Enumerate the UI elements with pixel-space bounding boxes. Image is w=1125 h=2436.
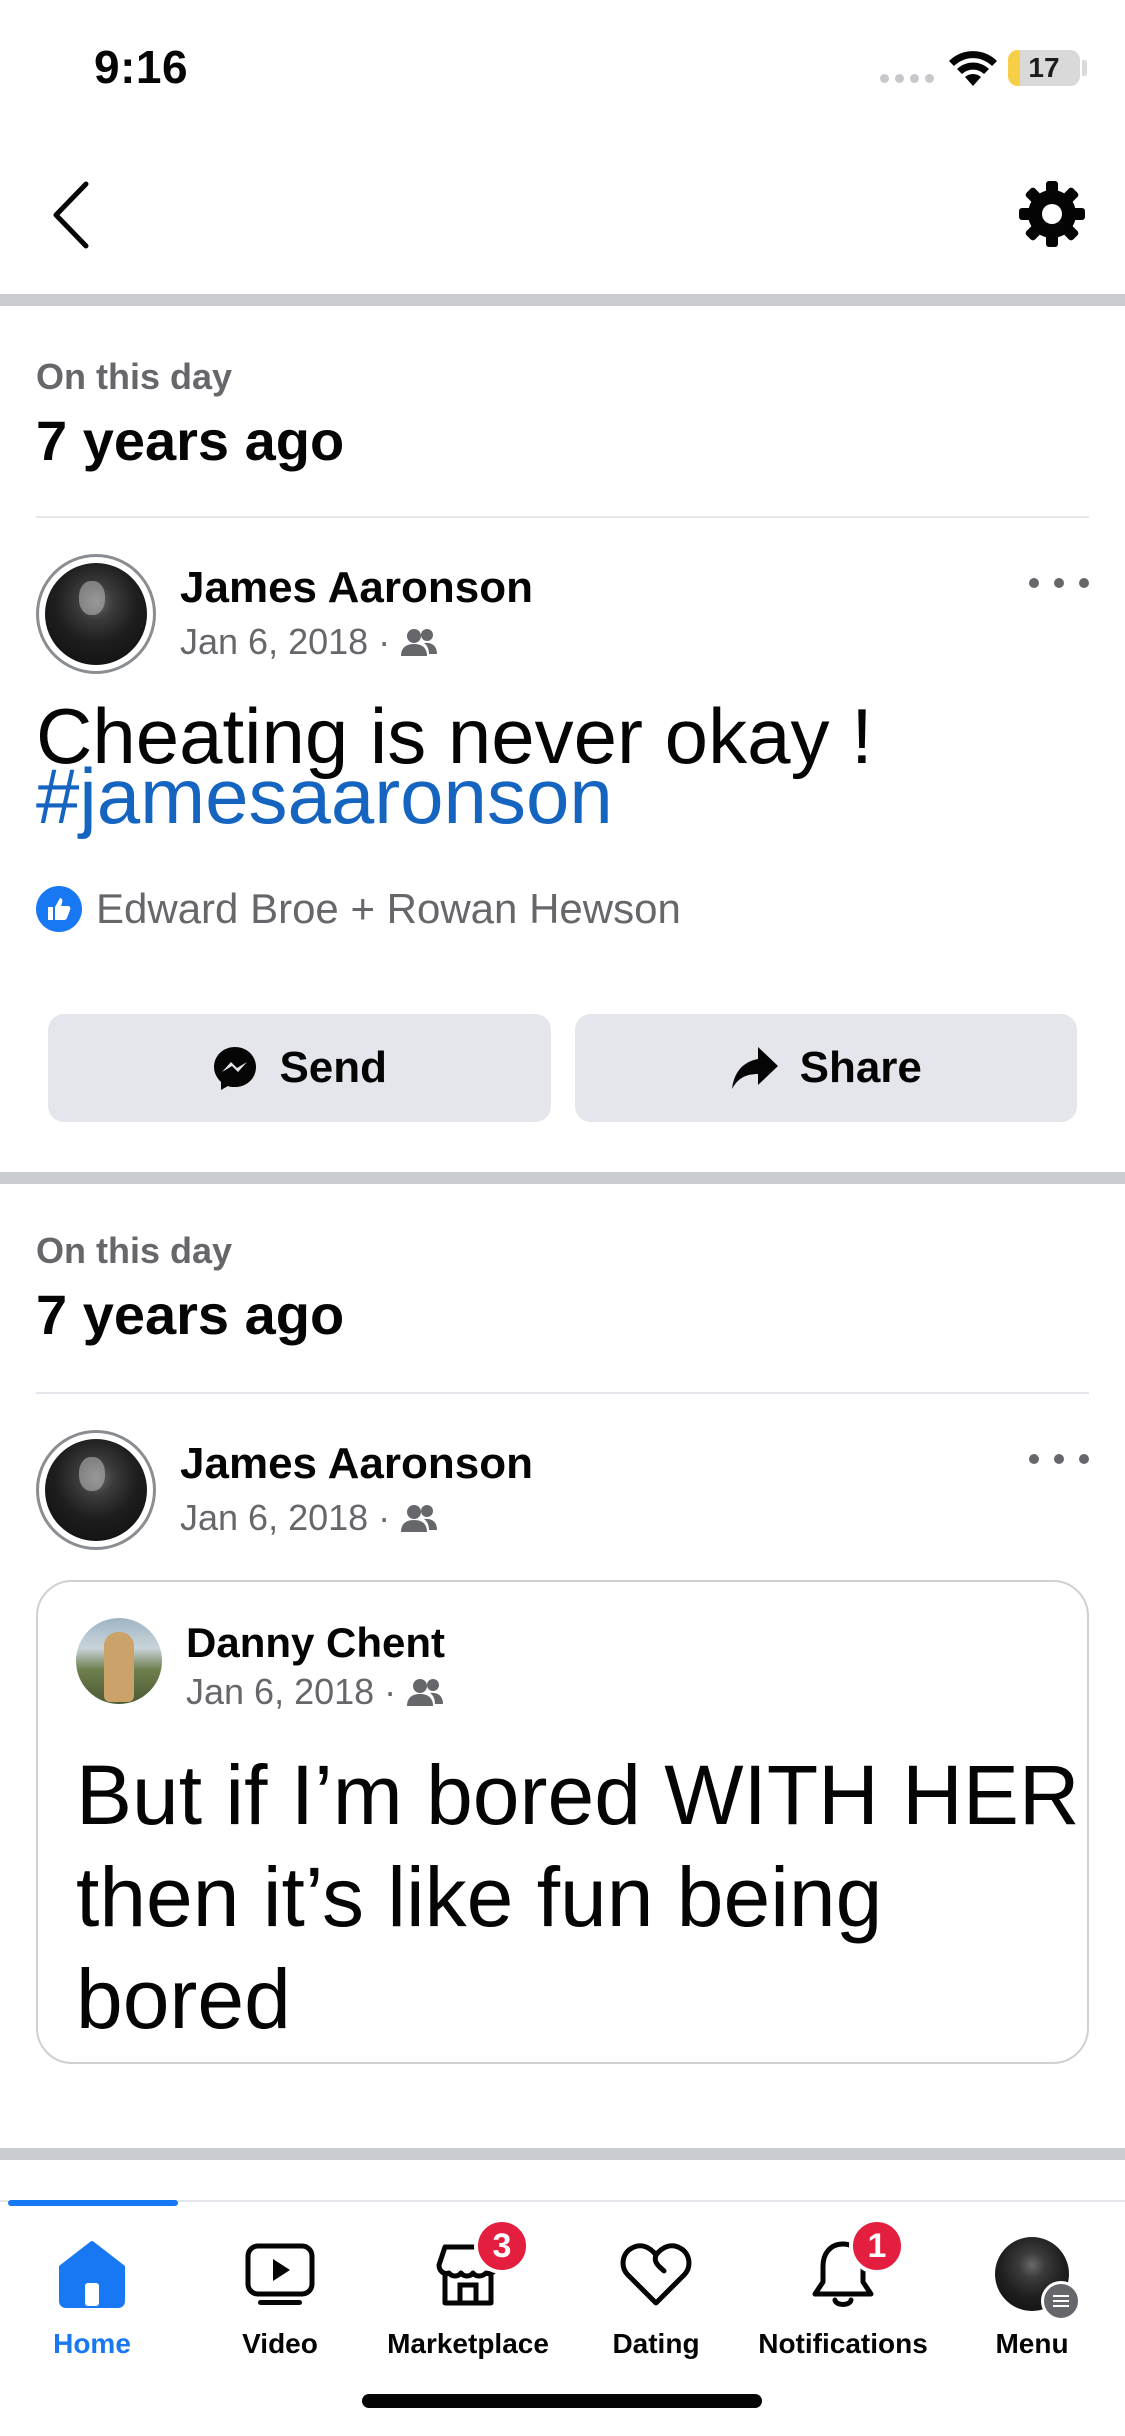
post-date[interactable]: Jan 6, 2018 xyxy=(180,1496,368,1540)
post-header: James Aaronson Jan 6, 2018 · xyxy=(36,1430,1089,1550)
send-label: Send xyxy=(279,1043,388,1092)
post-meta: Jan 6, 2018 · xyxy=(180,620,438,664)
menu-avatar xyxy=(992,2234,1081,2321)
send-button[interactable]: Send xyxy=(48,1014,551,1122)
memory-subtitle: On this day xyxy=(36,356,233,397)
post-date[interactable]: Jan 6, 2018 xyxy=(180,620,368,664)
cellular-signal-icon xyxy=(880,74,934,83)
menu-avatar-photo xyxy=(995,2237,1081,2321)
shared-text-line: bored xyxy=(76,1952,291,2046)
back-button[interactable] xyxy=(38,170,102,260)
shared-author-avatar[interactable] xyxy=(76,1618,162,1704)
nav-marketplace[interactable]: 3 Marketplace xyxy=(375,2218,561,2362)
shared-post-date[interactable]: Jan 6, 2018 xyxy=(186,1670,374,1714)
shared-post-header: Danny Chent Jan 6, 2018 · xyxy=(76,1618,1036,1712)
share-icon xyxy=(731,1047,778,1089)
shared-text-line: then it’s like fun being xyxy=(76,1850,883,1944)
dating-heart-icon xyxy=(616,2234,696,2314)
shared-text-line: But if I’m bored WITH HER xyxy=(76,1748,1080,1842)
battery-level: 17 xyxy=(1028,52,1060,83)
marketplace-badge: 3 xyxy=(474,2218,530,2274)
reactions-row[interactable]: Edward Broe + Rowan Hewson xyxy=(36,884,681,934)
nav-menu[interactable]: Menu xyxy=(939,2222,1125,2362)
memory-title: 7 years ago xyxy=(36,1283,345,1346)
section-divider xyxy=(0,294,1125,306)
shared-author-name[interactable]: Danny Chent xyxy=(186,1618,445,1668)
more-options-button[interactable] xyxy=(1029,1444,1089,1474)
post-meta: Jan 6, 2018 · xyxy=(180,1496,438,1540)
action-row: Send Share xyxy=(48,1014,1077,1122)
nav-label: Marketplace xyxy=(387,2328,549,2359)
settings-button[interactable] xyxy=(1010,172,1094,256)
divider xyxy=(36,1392,1089,1394)
nav-home[interactable]: Home xyxy=(0,2222,185,2362)
nav-dating[interactable]: Dating xyxy=(563,2222,749,2362)
wifi-icon xyxy=(949,51,997,86)
memory-header: On this day 7 years ago xyxy=(0,306,1125,474)
share-button[interactable]: Share xyxy=(574,1014,1077,1122)
more-options-button[interactable] xyxy=(1029,568,1089,598)
hashtag-link[interactable]: #jamesaaronson xyxy=(36,757,1089,835)
author-name[interactable]: James Aaronson xyxy=(180,1438,533,1490)
marketplace-icon: 3 xyxy=(428,2218,530,2314)
top-bar xyxy=(0,140,1125,294)
nav-video[interactable]: Video xyxy=(187,2222,373,2362)
reaction-names: Edward Broe + Rowan Hewson xyxy=(96,885,681,932)
shared-post-text: But if I’m bored WITH HER then it’s like… xyxy=(76,1744,1080,2050)
like-reaction-icon xyxy=(36,886,82,932)
bell-icon: 1 xyxy=(803,2218,905,2314)
friends-icon xyxy=(407,1679,444,1706)
avatar[interactable] xyxy=(36,554,156,674)
avatar-photo xyxy=(45,563,147,665)
share-label: Share xyxy=(799,1043,922,1092)
avatar[interactable] xyxy=(36,1430,156,1550)
shared-post[interactable]: Danny Chent Jan 6, 2018 · But if I’m bor… xyxy=(36,1580,1089,2064)
meta-separator: · xyxy=(378,621,391,662)
post-text: Cheating is never okay ! #jamesaaronson xyxy=(36,697,1089,835)
meta-separator: · xyxy=(384,1671,397,1712)
chevron-left-icon xyxy=(53,181,89,249)
status-bar: 9:16 17 xyxy=(0,0,1125,140)
active-tab-indicator xyxy=(8,2200,178,2206)
notifications-badge: 1 xyxy=(849,2218,905,2274)
memory-title: 7 years ago xyxy=(36,409,345,472)
nav-label: Home xyxy=(53,2328,131,2359)
divider xyxy=(36,516,1089,518)
section-divider xyxy=(0,1172,1125,1184)
nav-label: Notifications xyxy=(758,2328,928,2359)
author-name[interactable]: James Aaronson xyxy=(180,562,533,614)
menu-lines-icon xyxy=(1041,2281,1081,2321)
meta-separator: · xyxy=(378,1497,391,1538)
section-divider xyxy=(0,2148,1125,2160)
post-header: James Aaronson Jan 6, 2018 · xyxy=(36,554,1089,674)
nav-label: Video xyxy=(242,2328,318,2359)
battery-tip xyxy=(1082,60,1087,76)
friends-icon xyxy=(401,1505,438,1532)
status-time: 9:16 xyxy=(94,41,189,93)
avatar-photo xyxy=(45,1439,147,1541)
memory-card: On this day 7 years ago James Aaronson J… xyxy=(0,306,1125,1172)
memory-header: On this day 7 years ago xyxy=(0,1184,1125,1348)
messenger-icon xyxy=(214,1047,257,1090)
memory-subtitle: On this day xyxy=(36,1230,233,1271)
home-indicator xyxy=(362,2394,762,2408)
nav-label: Menu xyxy=(995,2328,1069,2359)
battery-icon: 17 xyxy=(1008,50,1080,86)
gear-icon xyxy=(1019,181,1085,247)
memory-card: On this day 7 years ago James Aaronson J… xyxy=(0,1184,1125,2150)
friends-icon xyxy=(401,629,438,656)
shared-post-meta: Jan 6, 2018 · xyxy=(186,1670,444,1714)
nav-label: Dating xyxy=(612,2328,700,2359)
nav-notifications[interactable]: 1 Notifications xyxy=(750,2218,936,2362)
home-icon xyxy=(52,2234,132,2314)
video-icon xyxy=(240,2234,320,2314)
